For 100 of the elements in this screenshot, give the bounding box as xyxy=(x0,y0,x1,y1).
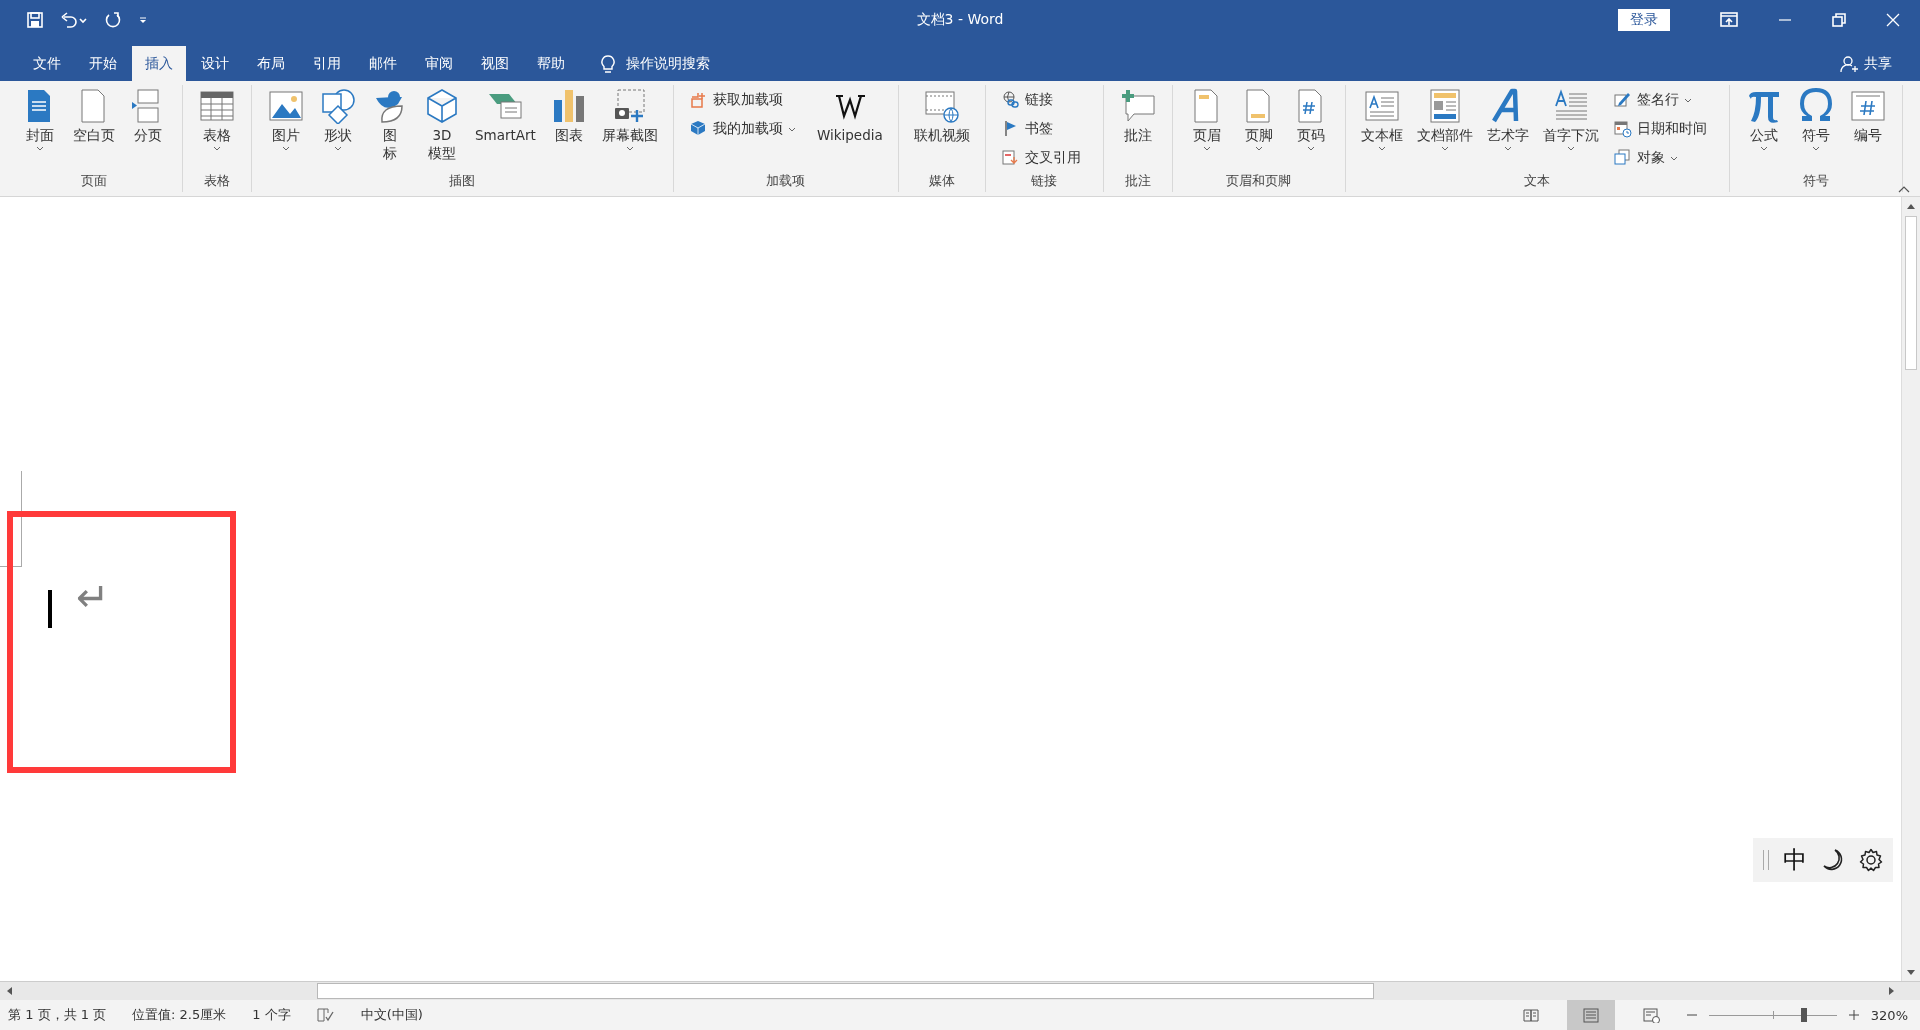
picture-icon xyxy=(268,88,304,124)
ribbon-tab[interactable]: 开始 xyxy=(76,46,130,81)
zoom-slider[interactable] xyxy=(1708,1008,1837,1022)
group-label: 文本 xyxy=(1523,172,1552,190)
lightbulb-icon[interactable] xyxy=(600,53,616,74)
group-label: 表格 xyxy=(203,172,231,190)
group-label: 链接 xyxy=(1030,172,1059,190)
ribbon-button[interactable]: 联机视频 xyxy=(906,85,977,144)
customize-caret-icon[interactable] xyxy=(138,15,148,25)
ribbon-button[interactable]: 公式 xyxy=(1737,85,1790,151)
vertical-scrollbar[interactable] xyxy=(1901,197,1920,981)
sign-in-button[interactable]: 登录 xyxy=(1618,9,1670,31)
save-icon[interactable] xyxy=(26,11,44,29)
shapes-icon xyxy=(320,88,356,124)
ribbon-button[interactable]: 首字下沉 xyxy=(1535,85,1606,151)
print-layout-button[interactable] xyxy=(1566,1000,1615,1030)
ribbon-button[interactable]: 页码 xyxy=(1284,85,1337,151)
ribbon-button[interactable]: 空白页 xyxy=(66,85,122,144)
calendar-clock-icon xyxy=(1613,120,1632,138)
ribbon-button[interactable]: 图表 xyxy=(542,85,595,144)
blocks-icon xyxy=(689,120,708,138)
table-icon xyxy=(199,88,235,124)
group-label: 符号 xyxy=(1801,172,1830,190)
ribbon-button[interactable]: 3D 模型 xyxy=(416,85,468,162)
cube-icon xyxy=(424,88,460,124)
ribbon-button[interactable]: 形状 xyxy=(312,85,364,151)
ribbon-tab[interactable]: 视图 xyxy=(468,46,522,81)
ribbon-button[interactable]: 屏幕截图 xyxy=(594,85,665,151)
settings-icon[interactable] xyxy=(1859,848,1883,872)
group-label: 页面 xyxy=(80,172,108,190)
ribbon-tab[interactable]: 审阅 xyxy=(412,46,466,81)
ribbon-button[interactable]: 封面 xyxy=(14,85,66,151)
zoom-level[interactable]: 320% xyxy=(1870,1007,1908,1023)
ribbon-button[interactable]: 分页 xyxy=(122,85,174,144)
close-icon[interactable] xyxy=(1886,13,1900,27)
signature-line-icon xyxy=(1613,91,1632,109)
ribbon-tab[interactable]: 插入 xyxy=(132,46,186,81)
language-status[interactable]: 中文(中国) xyxy=(360,1006,423,1024)
group-label: 加载项 xyxy=(765,172,807,190)
ribbon-display-options-icon[interactable] xyxy=(1720,12,1738,28)
film-globe-icon xyxy=(923,88,960,124)
text-cursor xyxy=(48,590,52,628)
person-add-icon[interactable] xyxy=(1840,54,1858,73)
scrollbar-thumb[interactable] xyxy=(1905,216,1917,370)
ribbon-button[interactable]: 交叉引用 xyxy=(1001,147,1081,169)
tell-me-search[interactable]: 操作说明搜索 xyxy=(626,54,710,73)
input-mode-toggle[interactable]: 中 xyxy=(1783,844,1807,876)
ribbon-button[interactable]: 文档部件 xyxy=(1409,85,1480,151)
ribbon-button[interactable]: 文本框 xyxy=(1353,85,1410,151)
redo-icon[interactable] xyxy=(104,11,122,29)
group-label: 插图 xyxy=(448,172,477,190)
ribbon-tab[interactable]: 设计 xyxy=(188,46,242,81)
group-label: 页眉和页脚 xyxy=(1225,172,1293,190)
undo-icon[interactable] xyxy=(60,11,88,29)
ribbon-tab[interactable]: 文件 xyxy=(20,46,74,81)
ribbon-button[interactable]: 页脚 xyxy=(1232,85,1285,151)
ribbon-button[interactable]: 编号 xyxy=(1841,85,1894,144)
ribbon-button[interactable]: 链接 xyxy=(1001,89,1081,111)
grip-handle[interactable] xyxy=(1763,850,1769,870)
ribbon-button[interactable]: 艺术字 xyxy=(1479,85,1536,151)
moon-icon[interactable] xyxy=(1821,848,1845,872)
zoom-in-icon[interactable] xyxy=(1848,1010,1859,1020)
ribbon-tab[interactable]: 帮助 xyxy=(524,46,578,81)
status-text[interactable]: 位置值: 2.5厘米 xyxy=(132,1006,227,1024)
group-label: 批注 xyxy=(1123,172,1152,190)
ribbon-button[interactable]: 页眉 xyxy=(1180,85,1233,151)
ribbon-button[interactable]: 表格 xyxy=(191,85,243,151)
ribbon-button[interactable]: 图片 xyxy=(260,85,312,151)
paragraph-mark: ↵ xyxy=(76,577,110,617)
ribbon-button[interactable]: 图标 xyxy=(364,85,416,162)
comment-icon xyxy=(1119,88,1156,124)
restore-icon[interactable] xyxy=(1832,13,1846,27)
ribbon-button[interactable]: 对象 xyxy=(1613,147,1707,169)
ribbon-tab[interactable]: 引用 xyxy=(300,46,354,81)
text-box-icon xyxy=(1363,88,1400,124)
add-in-icon xyxy=(689,91,708,109)
read-mode-icon[interactable] xyxy=(1521,1007,1540,1023)
status-text[interactable]: 1 个字 xyxy=(252,1006,291,1024)
status-text[interactable]: 第 1 页，共 1 页 xyxy=(8,1006,107,1024)
web-layout-icon[interactable] xyxy=(1641,1007,1660,1023)
ribbon-button[interactable]: 获取加载项 xyxy=(689,89,796,111)
ribbon-button[interactable]: 我的加载项 xyxy=(689,118,796,140)
group-label: 媒体 xyxy=(927,172,956,190)
collapse-ribbon-icon[interactable] xyxy=(1898,185,1910,193)
proofing-icon[interactable] xyxy=(316,1007,335,1023)
scrollbar-thumb[interactable] xyxy=(317,983,1374,999)
object-icon xyxy=(1613,149,1632,167)
ribbon-button[interactable]: 日期和时间 xyxy=(1613,118,1707,140)
ribbon-button[interactable]: 书签 xyxy=(1001,118,1081,140)
cross-reference-icon xyxy=(1001,149,1020,167)
ribbon-button[interactable]: Wikipedia xyxy=(809,85,890,144)
ribbon-tab[interactable]: 布局 xyxy=(244,46,298,81)
share-button[interactable]: 共享 xyxy=(1840,46,1920,81)
ribbon-tab[interactable]: 邮件 xyxy=(356,46,410,81)
numbering-icon xyxy=(1849,88,1886,124)
ribbon-button[interactable]: SmartArt xyxy=(468,85,543,144)
ribbon-button[interactable]: 批注 xyxy=(1111,85,1164,144)
ribbon-button[interactable]: 签名行 xyxy=(1613,89,1707,111)
ribbon-button[interactable]: 符号 xyxy=(1789,85,1842,151)
horizontal-scrollbar[interactable] xyxy=(0,981,1920,1000)
